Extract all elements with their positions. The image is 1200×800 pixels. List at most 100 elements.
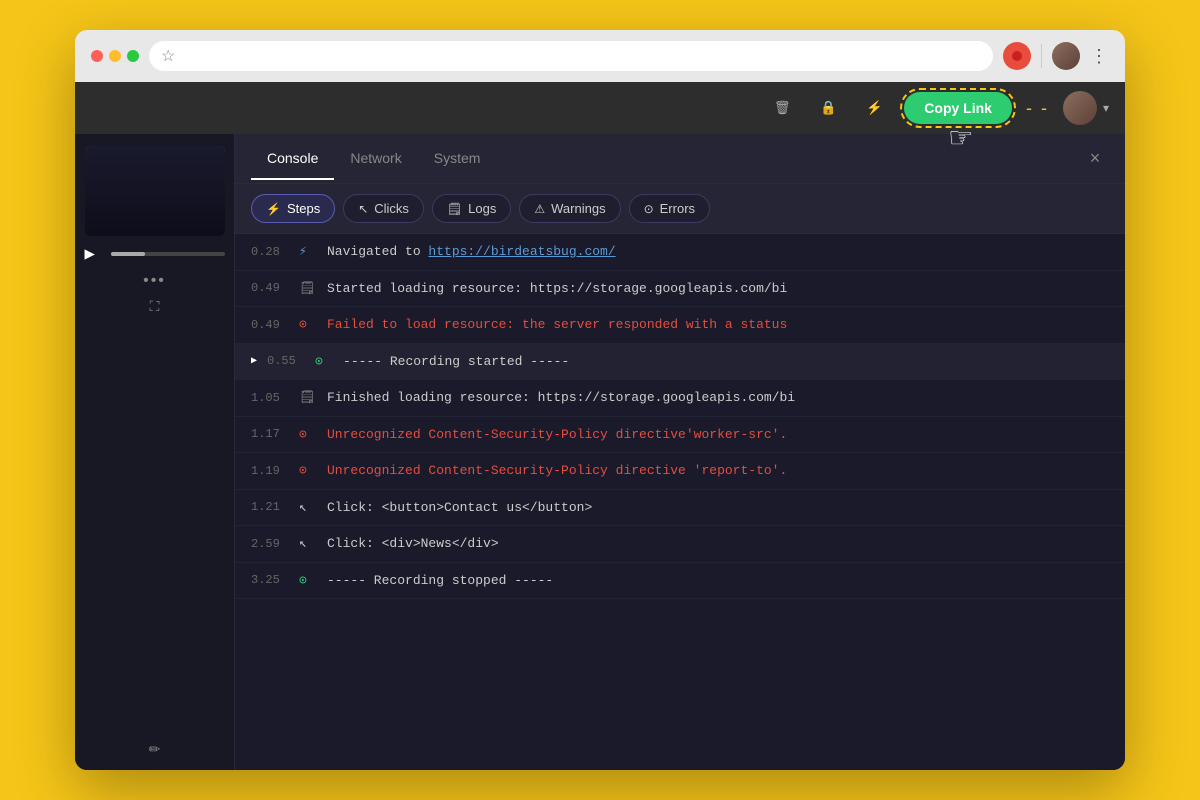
browser-chrome-right: ⋮	[1003, 42, 1109, 70]
copy-link-button[interactable]: Copy Link	[904, 92, 1012, 124]
log-entry: 1.19 ⊙ Unrecognized Content-Security-Pol…	[235, 453, 1125, 490]
console-panel: Console Network System × ⚡ Steps	[235, 134, 1125, 770]
resource-icon: 🗒	[299, 279, 317, 299]
log-time: 1.19	[251, 462, 289, 480]
video-sidebar: ▶ ••• ⛶ ✏	[75, 134, 235, 770]
steps-filter-icon: ⚡	[266, 202, 281, 216]
video-controls: ▶	[85, 244, 225, 264]
log-entries-list: 0.28 ⚡ Navigated to https://birdeatsbug.…	[235, 234, 1125, 770]
user-avatar-nav[interactable]	[1063, 91, 1097, 125]
click-icon: ↖	[299, 498, 317, 518]
tab-system[interactable]: System	[418, 138, 497, 180]
error-csp-icon: ⊙	[299, 425, 317, 445]
log-entry: 0.49 🗒 Started loading resource: https:/…	[235, 271, 1125, 308]
user-avatar-group: ▾	[1063, 91, 1109, 125]
expand-button[interactable]: ⛶	[150, 298, 160, 315]
play-button[interactable]: ▶	[85, 244, 105, 264]
log-entry: 1.21 ↖ Click: <button>Contact us</button…	[235, 490, 1125, 527]
logs-filter-label: Logs	[468, 201, 496, 216]
log-time: 1.21	[251, 498, 289, 516]
trash-button[interactable]: 🗑	[766, 92, 798, 124]
browser-chrome-bar: ☆ ⋮	[75, 30, 1125, 82]
recording-inner-dot	[1012, 51, 1022, 61]
address-bar[interactable]: ☆	[149, 41, 993, 71]
recording-start-icon: ⊙	[315, 352, 333, 372]
log-text: Started loading resource: https://storag…	[327, 279, 1109, 299]
filter-steps-button[interactable]: ⚡ Steps	[251, 194, 335, 223]
log-time: 1.05	[251, 389, 289, 407]
log-text: Navigated to https://birdeatsbug.com/	[327, 242, 1109, 262]
log-text: ----- Recording started -----	[343, 352, 1109, 372]
errors-filter-label: Errors	[660, 201, 695, 216]
trash-icon: 🗑	[774, 100, 791, 116]
navigate-icon: ⚡	[299, 242, 317, 262]
log-time: 2.59	[251, 535, 289, 553]
separator-line	[1041, 44, 1042, 68]
log-time: 0.49	[251, 316, 289, 334]
log-text-error: Failed to load resource: the server resp…	[327, 315, 1109, 335]
errors-filter-icon: ⊙	[644, 202, 654, 216]
lock-icon: 🔒	[820, 100, 837, 116]
dashes-left-decoration: - -	[1026, 98, 1049, 119]
filter-bar: ⚡ Steps ↖ Clicks 🗒 Logs ⚠ Warnings	[235, 184, 1125, 234]
maximize-window-dot[interactable]	[127, 50, 139, 62]
lightning-button[interactable]: ⚡	[858, 92, 890, 124]
log-text-error: Unrecognized Content-Security-Policy dir…	[327, 461, 1109, 481]
error-icon: ⊙	[299, 315, 317, 335]
clicks-filter-label: Clicks	[374, 201, 409, 216]
lock-button[interactable]: 🔒	[812, 92, 844, 124]
log-text: ----- Recording stopped -----	[327, 571, 1109, 591]
bookmark-icon: ☆	[161, 46, 175, 66]
tab-console[interactable]: Console	[251, 138, 334, 180]
main-content: ▶ ••• ⛶ ✏	[75, 134, 1125, 770]
filter-clicks-button[interactable]: ↖ Clicks	[343, 194, 424, 223]
chevron-down-icon[interactable]: ▾	[1103, 101, 1109, 115]
video-progress-bar[interactable]	[111, 252, 225, 256]
log-entry: 1.05 🗒 Finished loading resource: https:…	[235, 380, 1125, 417]
minimize-window-dot[interactable]	[109, 50, 121, 62]
copy-link-wrapper: Copy Link ☞	[904, 92, 1012, 124]
filter-errors-button[interactable]: ⊙ Errors	[629, 194, 710, 223]
outer-background: ☆ ⋮ 🗑 🔒 ⚡ Copy	[0, 0, 1200, 800]
recording-indicator	[1003, 42, 1031, 70]
steps-filter-label: Steps	[287, 201, 320, 216]
clicks-filter-icon: ↖	[358, 202, 368, 216]
log-entry: 0.28 ⚡ Navigated to https://birdeatsbug.…	[235, 234, 1125, 271]
edit-button[interactable]: ✏	[149, 741, 161, 758]
filter-logs-button[interactable]: 🗒 Logs	[432, 194, 511, 223]
expand-icon: ⛶	[150, 298, 160, 314]
log-text: Click: <div>News</div>	[327, 534, 1109, 554]
log-entry-current: ▶ 0.55 ⊙ ----- Recording started -----	[235, 344, 1125, 381]
log-time: 0.49	[251, 279, 289, 297]
window-controls	[91, 50, 139, 62]
warnings-filter-icon: ⚠	[534, 202, 545, 216]
tab-network[interactable]: Network	[334, 138, 417, 180]
logs-filter-icon: 🗒	[447, 202, 462, 216]
log-entry: 3.25 ⊙ ----- Recording stopped -----	[235, 563, 1125, 600]
browser-container: ☆ ⋮ 🗑 🔒 ⚡ Copy	[75, 30, 1125, 770]
navigate-link[interactable]: https://birdeatsbug.com/	[428, 244, 615, 259]
console-tabs-bar: Console Network System ×	[235, 134, 1125, 184]
video-progress-fill	[111, 252, 145, 256]
close-window-dot[interactable]	[91, 50, 103, 62]
browser-nav-bar: 🗑 🔒 ⚡ Copy Link ☞ - - ▾	[75, 82, 1125, 134]
user-avatar-chrome[interactable]	[1052, 42, 1080, 70]
resource-finish-icon: 🗒	[299, 388, 317, 408]
lightning-icon: ⚡	[866, 100, 883, 116]
log-text-error: Unrecognized Content-Security-Policy dir…	[327, 425, 1109, 445]
log-time: 0.55	[267, 352, 305, 370]
recording-stop-icon: ⊙	[299, 571, 317, 591]
log-time: 0.28	[251, 243, 289, 261]
more-options-icon[interactable]: ⋮	[1090, 46, 1109, 67]
video-thumb-inner	[85, 146, 225, 236]
log-text: Finished loading resource: https://stora…	[327, 388, 1109, 408]
log-time: 3.25	[251, 571, 289, 589]
log-entry: 0.49 ⊙ Failed to load resource: the serv…	[235, 307, 1125, 344]
log-time: 1.17	[251, 425, 289, 443]
console-close-button[interactable]: ×	[1081, 145, 1109, 173]
filter-warnings-button[interactable]: ⚠ Warnings	[519, 194, 620, 223]
log-text: Click: <button>Contact us</button>	[327, 498, 1109, 518]
error-csp2-icon: ⊙	[299, 461, 317, 481]
video-more-button[interactable]: •••	[143, 272, 166, 290]
play-icon: ▶	[85, 246, 95, 262]
